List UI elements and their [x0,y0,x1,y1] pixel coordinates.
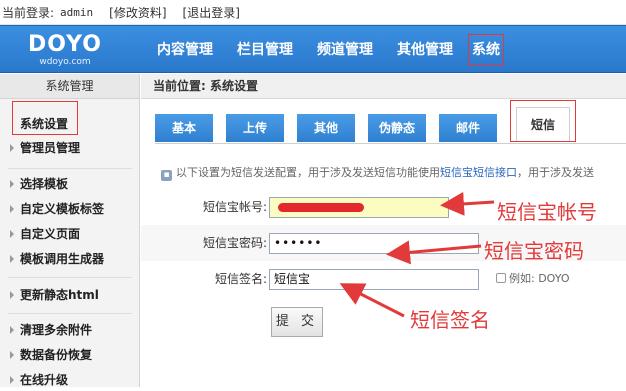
sidebar-item-backup[interactable]: 数据备份恢复 [0,344,139,366]
tab-rewrite[interactable]: 伪静态 [368,114,426,142]
edit-profile-link[interactable]: [修改资料] [109,4,166,21]
sidebar-item-label: 模板调用生成器 [20,252,105,266]
tab-basic[interactable]: 基本 [155,114,213,142]
sidebar: 系统管理 系统设置 管理员管理 选择模板 自定义模板标签 自定义页面 模板调用生… [0,74,140,387]
sidebar-item-custom-page[interactable]: 自定义页面 [0,223,139,245]
annotation-sign: 短信签名 [410,308,490,332]
sign-hint: 例如: DOYO [496,261,570,297]
account-input[interactable] [269,197,449,218]
sign-input[interactable]: 短信宝 [269,269,479,290]
bullet-icon [10,230,14,238]
sidebar-item-clean-attachments[interactable]: 清理多余附件 [0,319,139,341]
sidebar-item-upgrade[interactable]: 在线升级 [0,369,139,391]
account-label: 短信宝帐号: [202,200,267,214]
sidebar-item-label: 自定义模板标签 [20,202,105,216]
redacted-mark [278,203,364,212]
password-label: 短信宝密码: [202,236,267,250]
sidebar-item-template-generator[interactable]: 模板调用生成器 [0,248,139,270]
password-input[interactable]: •••••• [269,233,479,254]
bullet-icon [10,291,14,299]
notice-prefix: 以下设置为短信发送配置，用于涉及发送短信功能使用 [176,166,440,179]
bullet-icon [10,180,14,188]
breadcrumb: 当前位置: 系统设置 [141,74,626,99]
login-label: 当前登录: [2,5,55,20]
tab-divider [155,143,626,144]
sidebar-item-custom-tags[interactable]: 自定义模板标签 [0,198,139,220]
divider [8,168,132,169]
settings-tabs: 基本 上传 其他 伪静态 邮件 短信 [155,100,576,142]
sign-label: 短信签名: [214,272,267,286]
sidebar-item-select-template[interactable]: 选择模板 [0,173,139,195]
tab-mail[interactable]: 邮件 [439,114,497,142]
tab-sms[interactable]: 短信 [510,100,576,142]
sidebar-item-label: 更新静态html [20,288,99,302]
main-nav: 内容管理 栏目管理 频道管理 其他管理 系统 [148,26,510,74]
tab-other[interactable]: 其他 [297,114,355,142]
logout-link[interactable]: [退出登录] [183,4,240,21]
notice-link[interactable]: 短信宝短信接口 [440,166,517,179]
divider [8,313,132,314]
tab-sms-label: 短信 [516,107,570,141]
sidebar-item-label: 选择模板 [20,177,69,191]
notice-suffix: ，用于涉及发送 [517,166,594,179]
highlight-box [12,101,78,135]
sidebar-item-update-static[interactable]: 更新静态html [0,284,139,306]
main-content: 当前位置: 系统设置 基本 上传 其他 伪静态 邮件 短信 ▪ 以下设置为短信发送… [141,74,626,387]
sidebar-item-label: 自定义页面 [20,227,81,241]
bullet-icon [10,351,14,359]
nav-columns[interactable]: 栏目管理 [228,26,302,74]
annotation-password: 短信宝密码 [484,239,584,263]
sidebar-item-admins[interactable]: 管理员管理 [0,137,139,159]
info-icon: ▪ [161,170,172,181]
bullet-icon [10,255,14,263]
submit-button[interactable]: 提 交 [271,307,323,337]
username: admin [60,5,94,19]
logo-domain: wdoyo.com [39,57,91,67]
nav-channels[interactable]: 频道管理 [308,26,382,74]
nav-other[interactable]: 其他管理 [388,26,462,74]
form-row-sign: 短信签名: 短信宝 例如: DOYO [141,261,626,297]
sidebar-item-label: 在线升级 [20,373,69,387]
nav-system[interactable]: 系统 [468,34,504,66]
bullet-icon [10,205,14,213]
sidebar-item-label: 管理员管理 [20,141,81,155]
annotation-account: 短信宝帐号 [497,200,597,224]
bullet-icon [10,144,14,152]
sign-hint-text: 例如: DOYO [509,272,570,285]
nav-content[interactable]: 内容管理 [148,26,222,74]
sidebar-title: 系统管理 [0,74,139,99]
bullet-icon [10,376,14,384]
logo-text: DOYO [27,32,103,57]
sidebar-item-label: 数据备份恢复 [20,348,93,362]
bullet-icon [10,326,14,334]
tab-upload[interactable]: 上传 [226,114,284,142]
header: DOYO wdoyo.com 内容管理 栏目管理 频道管理 其他管理 系统 [0,25,626,73]
divider [8,277,132,278]
logo[interactable]: DOYO wdoyo.com [22,33,108,68]
login-status-bar: 当前登录: admin [修改资料] [退出登录] [0,0,626,25]
notice-text: ▪ 以下设置为短信发送配置，用于涉及发送短信功能使用短信宝短信接口，用于涉及发送 [161,164,626,181]
sidebar-item-label: 清理多余附件 [20,323,93,337]
info-icon [496,273,506,283]
